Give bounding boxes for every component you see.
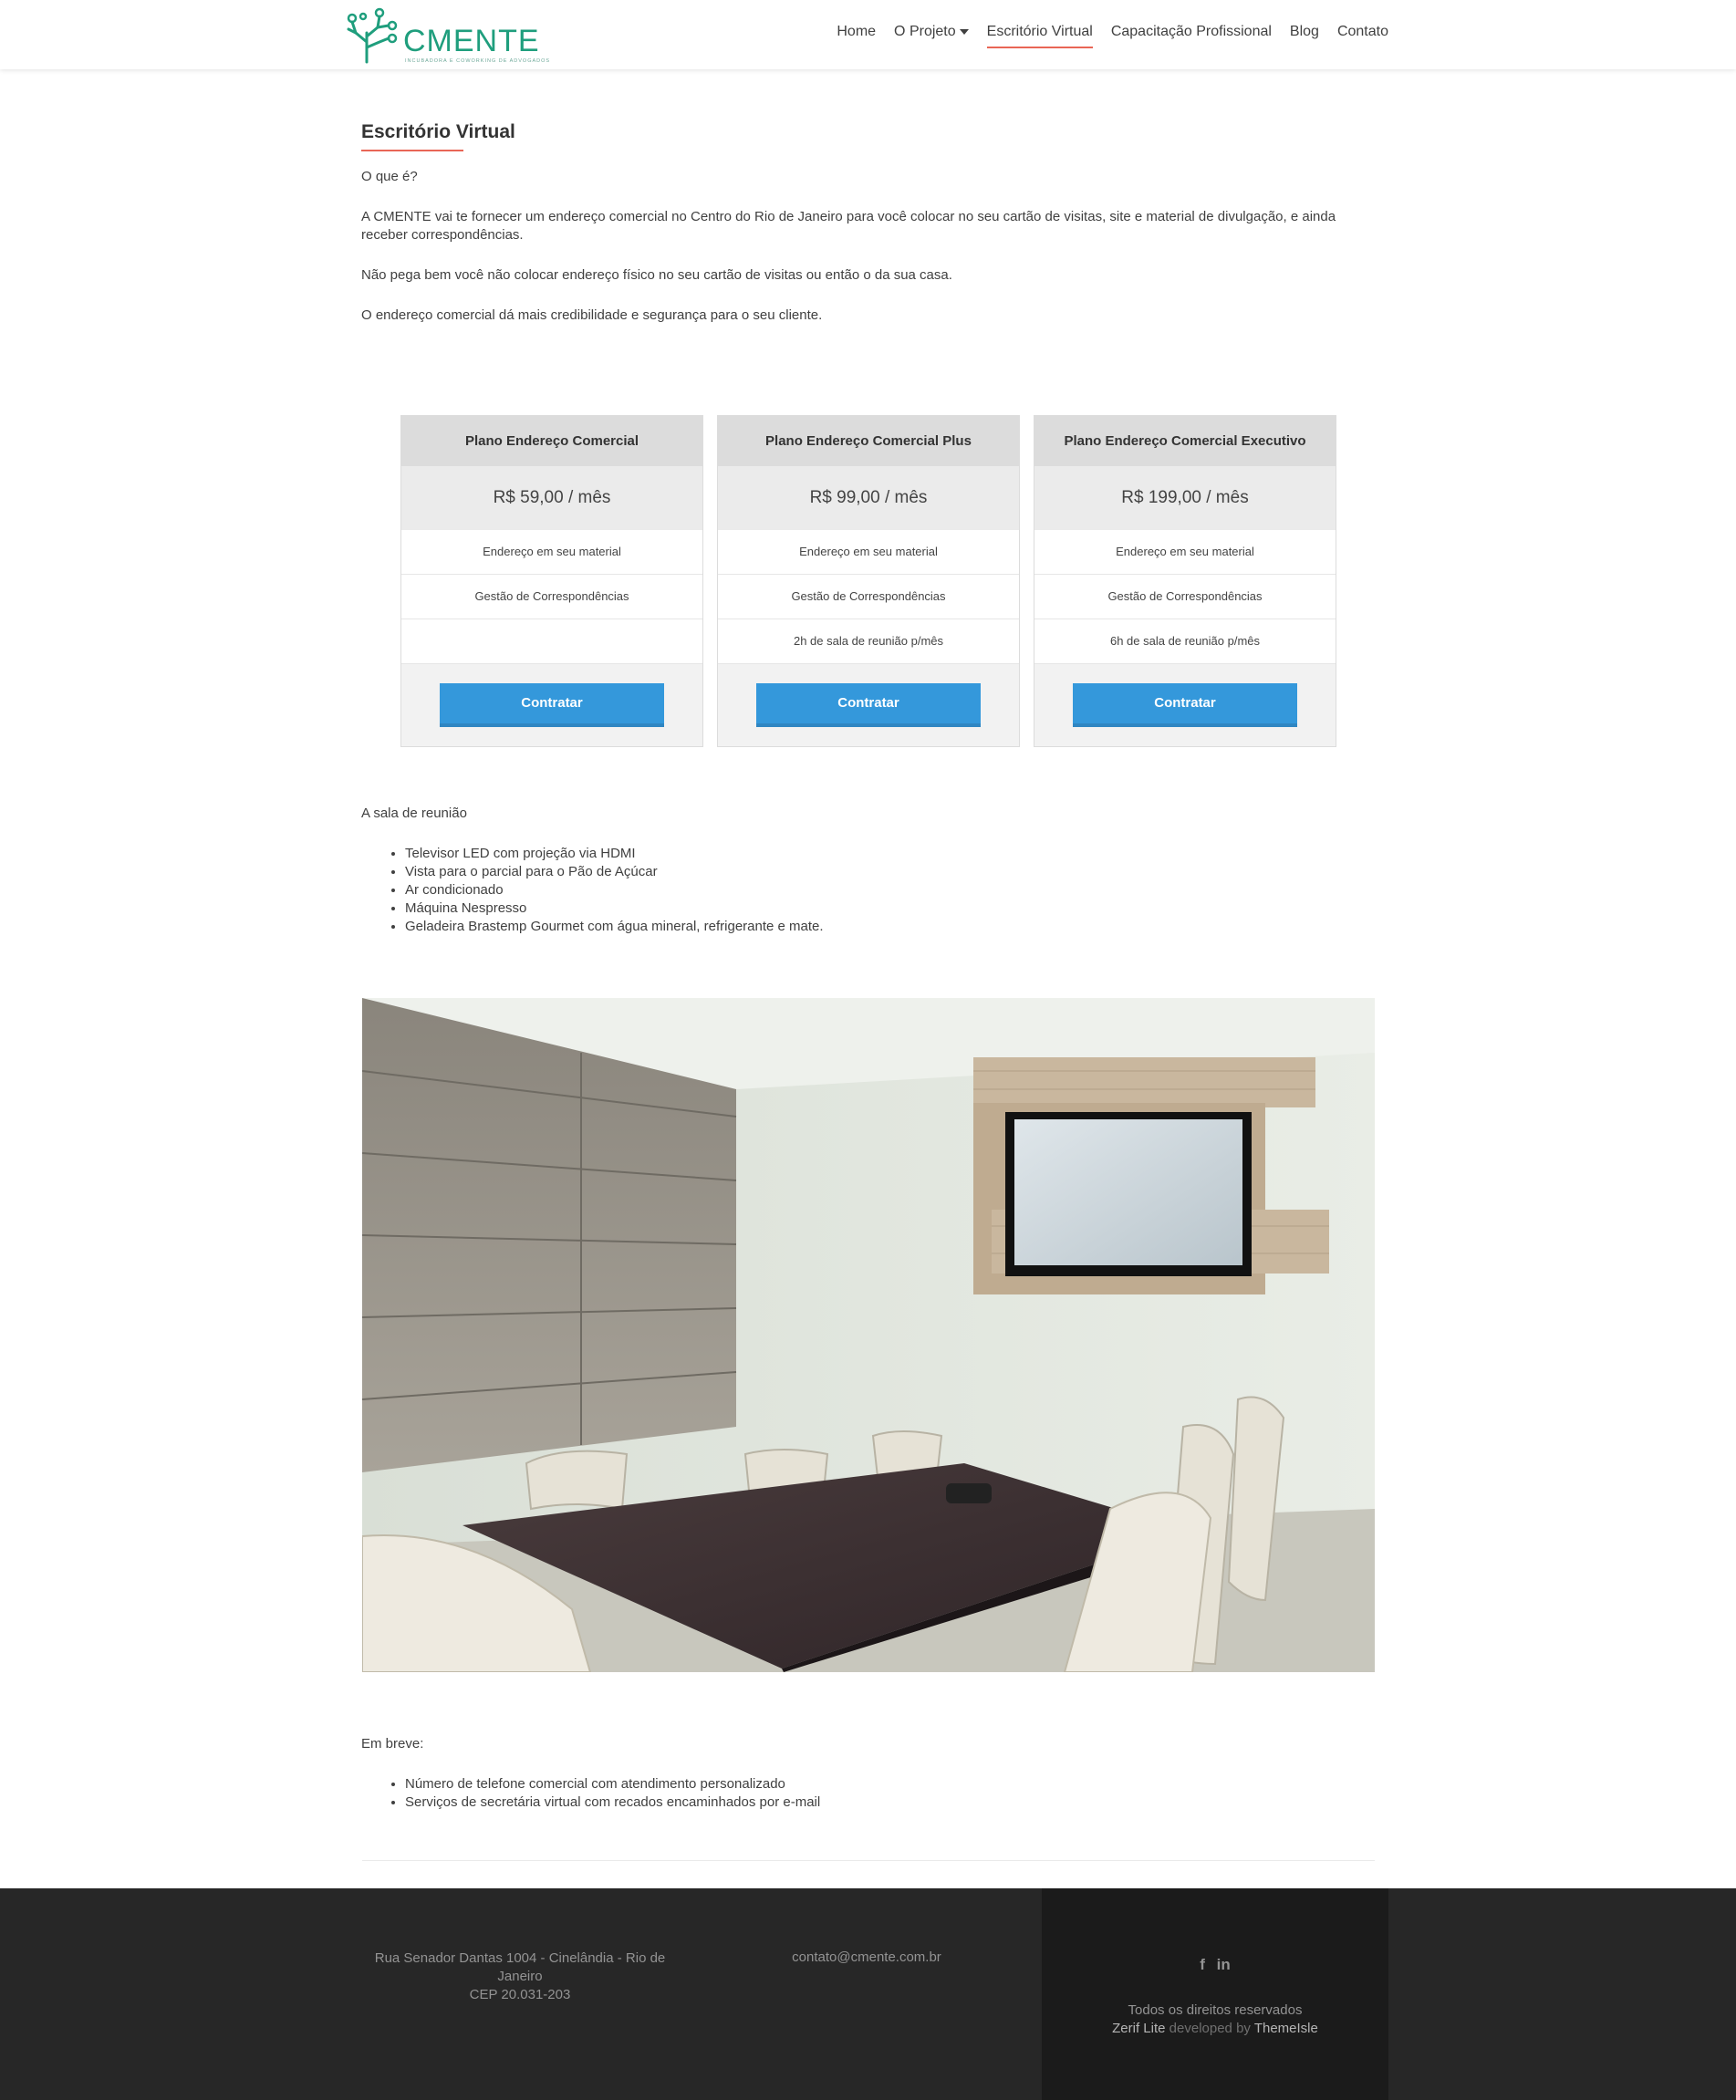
- plan-price: R$ 99,00 / mês: [718, 466, 1019, 530]
- meeting-room-list: Televisor LED com projeção via HDMI Vist…: [383, 845, 824, 936]
- intro-paragraph-1: A CMENTE vai te fornecer um endereço com…: [361, 209, 1336, 243]
- plan-price: R$ 199,00 / mês: [1034, 466, 1336, 530]
- page-title: Escritório Virtual: [361, 121, 515, 142]
- plan-feature: Gestão de Correspondências: [1034, 575, 1336, 619]
- meeting-room-photo: [362, 998, 1375, 1672]
- contratar-button[interactable]: Contratar: [756, 683, 981, 727]
- intro-question: O que é?: [361, 169, 418, 184]
- site-logo[interactable]: CMENTE INCUBADORA E COWORKING DE ADVOGAD…: [347, 5, 551, 66]
- plan-card-plus: Plano Endereço Comercial Plus R$ 99,00 /…: [717, 415, 1020, 747]
- nav-contato[interactable]: Contato: [1337, 24, 1388, 40]
- address-street: Rua Senador Dantas 1004 - Cinelândia - R…: [374, 1950, 666, 1984]
- list-item: Vista para o parcial para o Pão de Açúca…: [405, 863, 824, 881]
- credit-mid: developed by: [1169, 2021, 1251, 2036]
- list-item: Ar condicionado: [405, 881, 824, 899]
- credit-theme-link[interactable]: Zerif Lite: [1112, 2021, 1165, 2036]
- address-cep: CEP 20.031-203: [469, 1987, 571, 2002]
- credit-author-link[interactable]: ThemeIsle: [1254, 2021, 1318, 2036]
- nav-capacitacao[interactable]: Capacitação Profissional: [1111, 24, 1272, 40]
- title-underline: [361, 150, 463, 151]
- contratar-button[interactable]: Contratar: [1073, 683, 1297, 727]
- logo-tagline: INCUBADORA E COWORKING DE ADVOGADOS: [405, 58, 551, 64]
- site-footer: Rua Senador Dantas 1004 - Cinelândia - R…: [0, 1888, 1736, 2100]
- plan-price: R$ 59,00 / mês: [401, 466, 702, 530]
- meeting-room-illustration: [362, 998, 1375, 1672]
- footer-copyright: Todos os direitos reservados Zerif Lite …: [1042, 2001, 1388, 2038]
- intro-paragraph-2: Não pega bem você não colocar endereço f…: [361, 267, 952, 283]
- caret-down-icon: [959, 28, 969, 35]
- main-nav: Home O Projeto Escritório Virtual Capaci…: [837, 24, 1388, 48]
- contratar-button[interactable]: Contratar: [440, 683, 664, 727]
- plan-name: Plano Endereço Comercial Executivo: [1034, 416, 1336, 466]
- meeting-room-heading: A sala de reunião: [361, 806, 467, 821]
- plan-name: Plano Endereço Comercial: [401, 416, 702, 466]
- plan-button-wrap: Contratar: [718, 683, 1019, 727]
- list-item: Máquina Nespresso: [405, 899, 824, 918]
- footer-social: f in: [1042, 1956, 1388, 1974]
- plan-feature: Endereço em seu material: [718, 530, 1019, 575]
- copyright-text: Todos os direitos reservados: [1128, 2002, 1303, 2018]
- plan-feature: 6h de sala de reunião p/mês: [1034, 619, 1336, 664]
- plan-feature: Endereço em seu material: [1034, 530, 1336, 575]
- list-item: Número de telefone comercial com atendim…: [405, 1775, 820, 1793]
- plan-feature: Gestão de Correspondências: [718, 575, 1019, 619]
- plan-card-comercial: Plano Endereço Comercial R$ 59,00 / mês …: [400, 415, 703, 747]
- coming-soon-heading: Em breve:: [361, 1736, 424, 1752]
- footer-email[interactable]: contato@cmente.com.br: [748, 1949, 985, 1965]
- list-item: Televisor LED com projeção via HDMI: [405, 845, 824, 863]
- content-divider: [362, 1860, 1375, 1861]
- nav-home[interactable]: Home: [837, 24, 876, 40]
- list-item: Serviços de secretária virtual com recad…: [405, 1793, 820, 1812]
- site-header: CMENTE INCUBADORA E COWORKING DE ADVOGAD…: [0, 0, 1736, 69]
- plan-button-wrap: Contratar: [401, 683, 702, 727]
- logo-wordmark: CMENTE: [403, 24, 540, 58]
- nav-o-projeto[interactable]: O Projeto: [894, 24, 969, 40]
- tree-logo-icon: [347, 7, 398, 64]
- plan-feature: 2h de sala de reunião p/mês: [718, 619, 1019, 664]
- coming-soon-list: Número de telefone comercial com atendim…: [383, 1775, 820, 1812]
- plan-name: Plano Endereço Comercial Plus: [718, 416, 1019, 466]
- linkedin-icon[interactable]: in: [1217, 1956, 1231, 1973]
- footer-address: Rua Senador Dantas 1004 - Cinelândia - R…: [369, 1949, 670, 2004]
- nav-o-projeto-label: O Projeto: [894, 24, 956, 39]
- list-item: Geladeira Brastemp Gourmet com água mine…: [405, 918, 824, 936]
- credit-line: Zerif Lite developed by ThemeIsle: [1042, 2020, 1388, 2038]
- plan-button-wrap: Contratar: [1034, 683, 1336, 727]
- plan-feature: Gestão de Correspondências: [401, 575, 702, 619]
- plan-card-executivo: Plano Endereço Comercial Executivo R$ 19…: [1034, 415, 1336, 747]
- intro-paragraph-3: O endereço comercial dá mais credibilida…: [361, 307, 823, 323]
- plan-feature: Endereço em seu material: [401, 530, 702, 575]
- footer-social-panel: [1042, 1888, 1388, 2100]
- nav-escritorio-virtual[interactable]: Escritório Virtual: [986, 24, 1094, 48]
- nav-blog[interactable]: Blog: [1290, 24, 1319, 40]
- facebook-icon[interactable]: f: [1200, 1956, 1205, 1973]
- plan-feature: [401, 619, 702, 664]
